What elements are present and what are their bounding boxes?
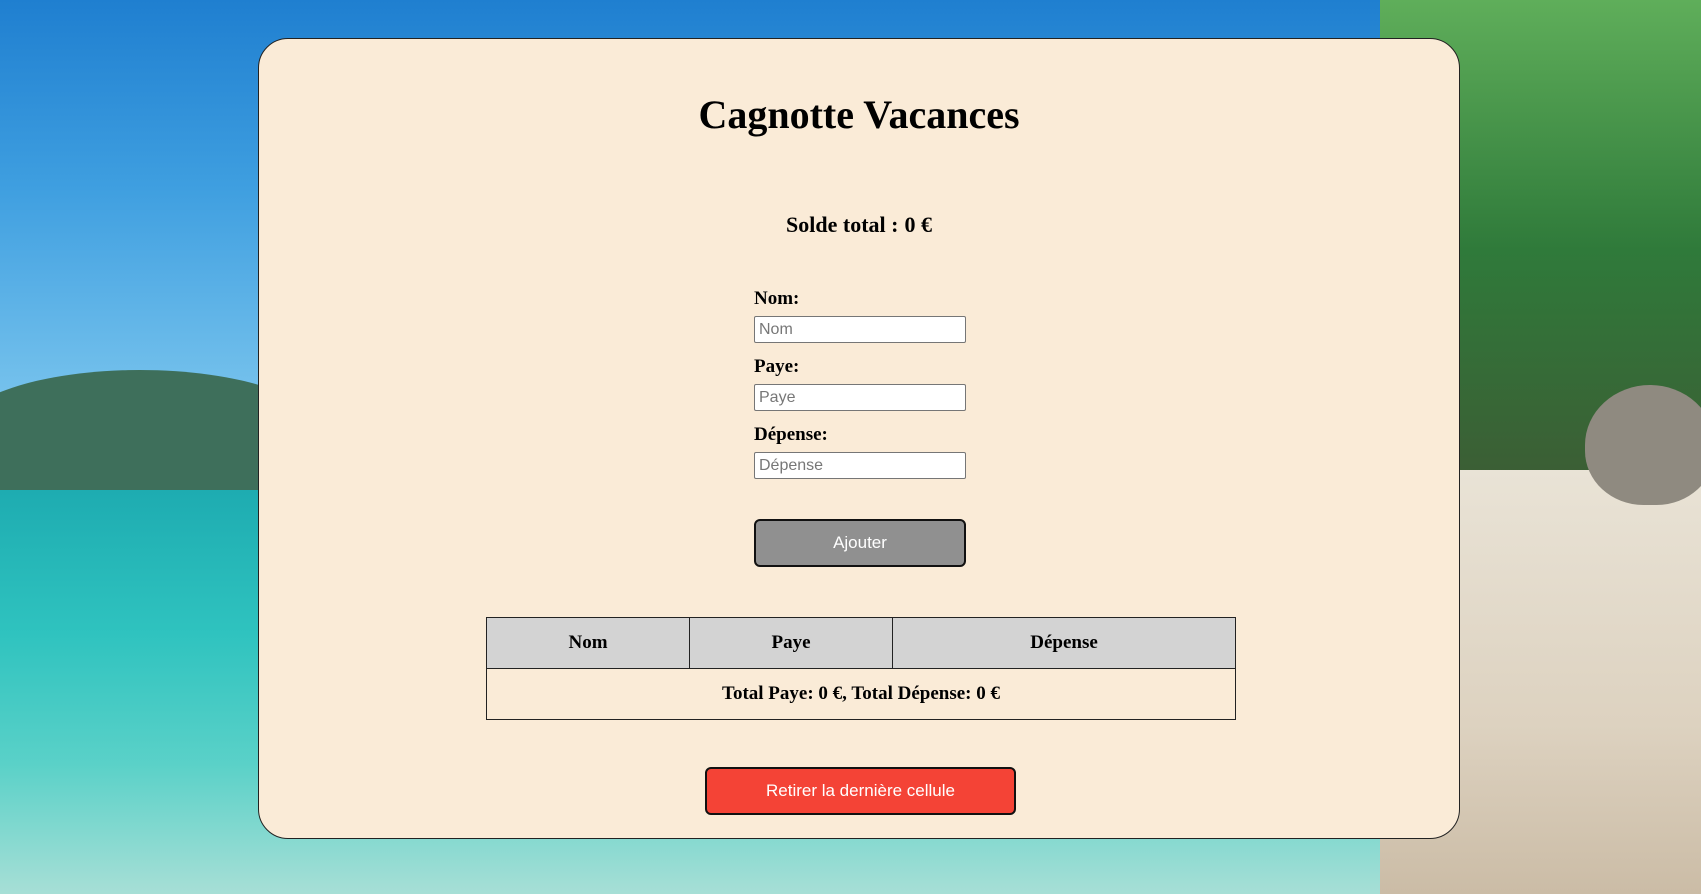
column-header-paye: Paye bbox=[689, 617, 893, 669]
table-header-row: Nom Paye Dépense bbox=[486, 617, 1236, 669]
pay-label: Paye: bbox=[754, 356, 800, 377]
column-header-depense: Dépense bbox=[892, 617, 1236, 669]
main-card: Cagnotte Vacances Solde total :0 € Nom: … bbox=[258, 38, 1460, 839]
expenses-table: Nom Paye Dépense Total Paye: 0 €, Total … bbox=[486, 617, 1236, 720]
balance-amount: 0 € bbox=[904, 212, 932, 237]
balance-label: Solde total : bbox=[786, 212, 899, 237]
column-header-nom: Nom bbox=[486, 617, 690, 669]
name-label: Nom: bbox=[754, 288, 800, 309]
pay-input[interactable] bbox=[754, 384, 966, 411]
totals-cell: Total Paye: 0 €, Total Dépense: 0 € bbox=[486, 668, 1236, 720]
expense-form: Nom: Paye: Dépense: bbox=[754, 287, 969, 491]
expense-input[interactable] bbox=[754, 452, 966, 479]
page-title: Cagnotte Vacances bbox=[698, 92, 1020, 137]
add-button[interactable]: Ajouter bbox=[754, 519, 966, 567]
balance-display: Solde total :0 € bbox=[259, 212, 1459, 238]
table-total-row: Total Paye: 0 €, Total Dépense: 0 € bbox=[486, 668, 1236, 720]
expense-label: Dépense: bbox=[754, 424, 828, 445]
name-input[interactable] bbox=[754, 316, 966, 343]
remove-last-row-button[interactable]: Retirer la dernière cellule bbox=[705, 767, 1016, 815]
rock bbox=[1585, 385, 1701, 505]
